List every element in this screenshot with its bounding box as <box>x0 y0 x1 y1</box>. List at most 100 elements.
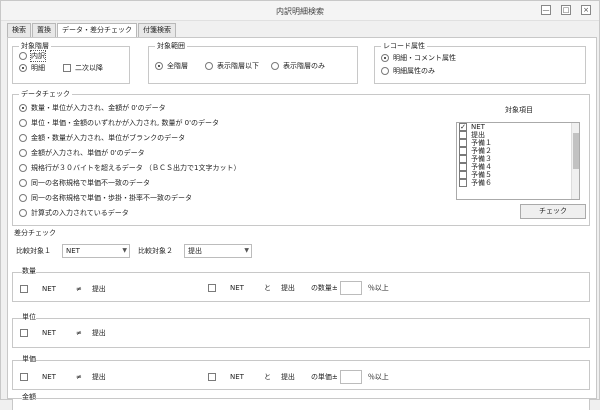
quantity-suffix: の数量± <box>310 284 338 292</box>
target-checkbox[interactable] <box>459 139 467 147</box>
target-checkbox[interactable]: ✓ <box>459 123 467 131</box>
target-checkbox[interactable] <box>459 147 467 155</box>
list-item[interactable]: 予備４ <box>457 163 579 171</box>
price-percent-input[interactable] <box>339 370 362 384</box>
data-check-option-8[interactable]: 計算式の入力されているデータ <box>19 208 129 218</box>
quantity-diff-checkbox[interactable] <box>20 285 28 293</box>
data-check-option-3[interactable]: 金額・数量が入力され、単位がブランクのデータ <box>19 133 185 143</box>
data-check-option-6[interactable]: 同一の名称規格で単価不一致のデータ <box>19 178 150 188</box>
data-check-label-3: 金額・数量が入力され、単位がブランクのデータ <box>31 134 186 142</box>
range-below-label: 表示階層以下 <box>217 62 259 70</box>
minimize-button[interactable]: — <box>541 5 551 15</box>
list-item[interactable]: 予備１ <box>457 139 579 147</box>
quantity-right: 提出 <box>91 285 106 293</box>
data-check-radio-5[interactable] <box>19 164 27 172</box>
price-diff-checkbox[interactable] <box>20 373 28 381</box>
record-comment-label: 明細・コメント属性 <box>393 54 456 62</box>
hierarchy-first-option[interactable]: 内訳 <box>19 50 46 62</box>
compare2-label: 比較対象２ <box>138 247 173 255</box>
range-title: 対象範囲 <box>155 41 187 51</box>
unit-left: NET <box>42 329 56 337</box>
target-checkbox[interactable] <box>459 163 467 171</box>
compare2-select[interactable]: 提出 ▼ <box>184 244 252 258</box>
data-check-label-5: 規格行が３０バイトを超えるデータ （ＢＣＳ出力で1文字カット） <box>31 164 241 172</box>
record-detail-option[interactable]: 明細属性のみ <box>381 66 435 76</box>
range-below-option[interactable]: 表示階層以下 <box>205 61 259 71</box>
quantity-threshold-checkbox[interactable] <box>208 284 216 292</box>
close-button[interactable]: × <box>581 5 591 15</box>
target-checkbox[interactable] <box>459 155 467 163</box>
unit-diff-checkbox[interactable] <box>20 329 28 337</box>
data-check-label-6: 同一の名称規格で単価不一致のデータ <box>31 179 150 187</box>
data-check-radio-1[interactable] <box>19 104 27 112</box>
quantity-percent-input[interactable] <box>339 281 362 295</box>
tab-data-diff-check[interactable]: データ・差分チェック <box>57 23 137 37</box>
hierarchy-second-checkbox[interactable] <box>63 64 71 72</box>
data-check-option-4[interactable]: 金額が入力され、単価が 0'のデータ <box>19 148 145 158</box>
data-check-label-2: 単位・単価・金額のいずれかが入力され, 数量が 0'のデータ <box>31 119 220 127</box>
list-item[interactable]: 予備２ <box>457 147 579 155</box>
hierarchy-detail-option[interactable]: 明細 <box>19 63 45 73</box>
hierarchy-first-radio[interactable] <box>19 52 27 60</box>
price-neq: ≠ <box>75 373 82 381</box>
target-list-scrollbar[interactable] <box>571 123 579 199</box>
list-item[interactable]: ✓ NET <box>457 123 579 131</box>
tab-replace[interactable]: 置換 <box>32 23 56 37</box>
record-detail-radio[interactable] <box>381 67 389 75</box>
scrollbar-thumb[interactable] <box>573 133 579 169</box>
quantity-threshold-row[interactable]: NET と 提出 の数量± ％以上 <box>208 281 389 295</box>
price-diff-row[interactable]: NET ≠ 提出 <box>20 372 106 382</box>
range-only-label: 表示階層のみ <box>283 62 325 70</box>
tab-search[interactable]: 検索 <box>7 23 31 37</box>
price-suffix: の単価± <box>310 373 338 381</box>
target-label: 予備５ <box>471 171 492 179</box>
range-only-radio[interactable] <box>271 62 279 70</box>
hierarchy-group: 対象階層 内訳 明細 二次以降 <box>12 41 130 84</box>
data-check-radio-3[interactable] <box>19 134 27 142</box>
target-label: 予備１ <box>471 139 492 147</box>
quantity-diff-row[interactable]: NET ≠ 提出 <box>20 284 106 294</box>
compare2-value: 提出 <box>188 247 202 255</box>
list-item[interactable]: 提出 <box>457 131 579 139</box>
range-only-option[interactable]: 表示階層のみ <box>271 61 325 71</box>
data-check-option-7[interactable]: 同一の名称規格で単価・歩掛・掛率不一致のデータ <box>19 193 192 203</box>
data-check-title: データチェック <box>19 89 72 99</box>
target-checkbox[interactable] <box>459 171 467 179</box>
data-check-option-5[interactable]: 規格行が３０バイトを超えるデータ （ＢＣＳ出力で1文字カット） <box>19 163 240 173</box>
tab-sticky-search[interactable]: 付箋検索 <box>138 23 176 37</box>
price-threshold-checkbox[interactable] <box>208 373 216 381</box>
compare1-label: 比較対象１ <box>16 247 51 255</box>
data-check-option-1[interactable]: 数量・単位が入力され、金額が 0'のデータ <box>19 103 166 113</box>
unit-right: 提出 <box>91 329 106 337</box>
maximize-button[interactable]: □ <box>561 5 571 15</box>
data-check-radio-2[interactable] <box>19 119 27 127</box>
range-all-radio[interactable] <box>155 62 163 70</box>
target-label: 予備６ <box>471 179 492 187</box>
data-check-radio-7[interactable] <box>19 194 27 202</box>
record-comment-radio[interactable] <box>381 54 389 62</box>
range-below-radio[interactable] <box>205 62 213 70</box>
hierarchy-detail-radio[interactable] <box>19 64 27 72</box>
hierarchy-second-option[interactable]: 二次以降 <box>63 63 103 73</box>
data-check-radio-8[interactable] <box>19 209 27 217</box>
target-items-list[interactable]: ✓ NET 提出 予備１ 予備２ 予備３ 予備４ 予備５ 予備６ <box>456 122 580 200</box>
check-button[interactable]: チェック <box>520 204 586 219</box>
unit-diff-row[interactable]: NET ≠ 提出 <box>20 328 106 338</box>
list-item[interactable]: 予備６ <box>457 179 579 187</box>
list-item[interactable]: 予備５ <box>457 171 579 179</box>
data-check-label-8: 計算式の入力されているデータ <box>31 209 129 217</box>
list-item[interactable]: 予備３ <box>457 155 579 163</box>
data-check-radio-6[interactable] <box>19 179 27 187</box>
target-checkbox[interactable] <box>459 179 467 187</box>
target-checkbox[interactable] <box>459 131 467 139</box>
range-all-option[interactable]: 全階層 <box>155 61 188 71</box>
price-threshold-row[interactable]: NET と 提出 の単価± ％以上 <box>208 370 389 384</box>
data-check-option-2[interactable]: 単位・単価・金額のいずれかが入力され, 数量が 0'のデータ <box>19 118 219 128</box>
unit-neq: ≠ <box>75 329 82 337</box>
data-check-radio-4[interactable] <box>19 149 27 157</box>
record-comment-option[interactable]: 明細・コメント属性 <box>381 53 456 63</box>
diff-check-title: 差分チェック <box>14 229 56 237</box>
price-right: 提出 <box>91 373 106 381</box>
price-title: 単価 <box>22 354 36 364</box>
compare1-select[interactable]: NET ▼ <box>62 244 130 258</box>
